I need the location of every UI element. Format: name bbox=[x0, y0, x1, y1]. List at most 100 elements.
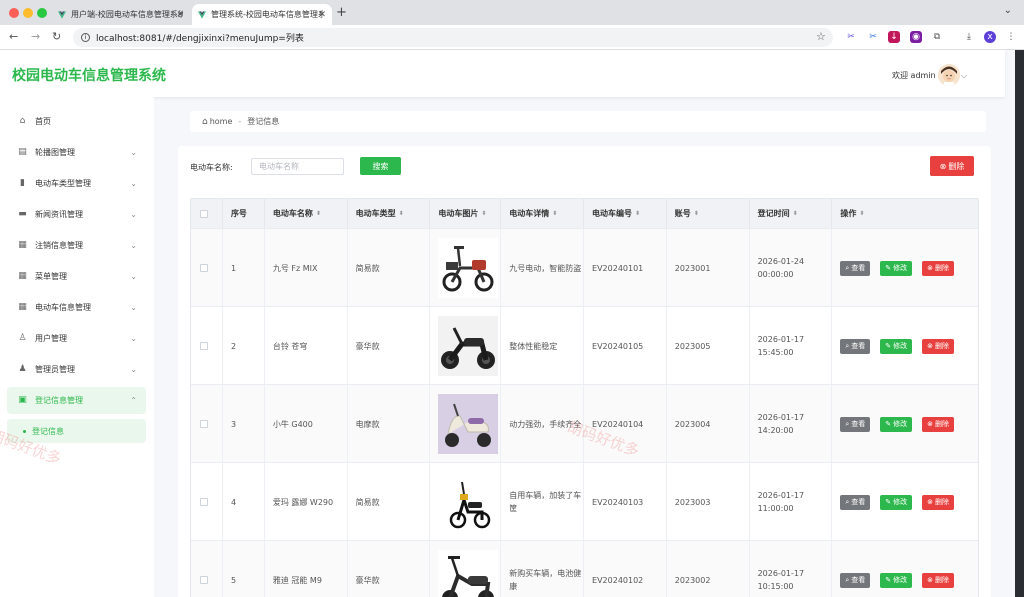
delete-button[interactable]: ⊗ 删除 bbox=[922, 416, 955, 432]
ev-photo[interactable] bbox=[438, 394, 499, 454]
extension-cut-icon[interactable]: ✂ bbox=[867, 31, 879, 43]
view-button[interactable]: ⌕ 查看 bbox=[840, 572, 871, 588]
sidebar-item-home[interactable]: ⌂ 首页 bbox=[7, 108, 146, 135]
search-input[interactable] bbox=[251, 158, 344, 175]
sidebar-item-registration[interactable]: ▣ 登记信息管理 ⌃ bbox=[7, 387, 146, 414]
chevron-down-icon: ⌄ bbox=[130, 303, 137, 312]
user-avatar[interactable] bbox=[938, 64, 960, 86]
browser-menu-icon[interactable]: ⋮ bbox=[1005, 31, 1017, 43]
sidebar-item-news[interactable]: ▬ 新闻资讯管理 ⌄ bbox=[7, 201, 146, 228]
sort-caret-icon[interactable]: ⬍ bbox=[694, 210, 699, 217]
grid-icon: ▦ bbox=[18, 302, 27, 312]
forward-arrow-icon[interactable]: → bbox=[31, 30, 40, 43]
table-row[interactable]: 2 台铃 苍穹 豪华款 整体性能稳定 EV20240105 2023005 20… bbox=[191, 306, 978, 385]
extension-scissors-icon[interactable]: ✂ bbox=[845, 31, 857, 43]
cell-text: 2023005 bbox=[674, 341, 711, 351]
sidebar-item-admins[interactable]: ♟ 管理员管理 ⌄ bbox=[7, 356, 146, 383]
browser-tab-user[interactable]: 用户端-校园电动车信息管理系统 ✕ bbox=[52, 4, 190, 25]
sort-caret-icon[interactable]: ⬍ bbox=[399, 210, 404, 217]
edit-button[interactable]: ✎ 修改 bbox=[880, 572, 913, 588]
column-header-time[interactable]: 登记时间 ⬍ bbox=[750, 199, 833, 228]
table-row[interactable]: 5 雅迪 冠能 M9 豪华款 新购买车辆，电池健康 EV20240102 202… bbox=[191, 540, 978, 597]
row-checkbox[interactable] bbox=[200, 342, 208, 350]
site-info-icon[interactable]: i bbox=[81, 33, 90, 42]
sidebar-item-cancel-info[interactable]: ▦ 注销信息管理 ⌄ bbox=[7, 232, 146, 259]
ev-photo[interactable] bbox=[438, 238, 499, 298]
column-header-detail[interactable]: 电动车详情 ⬍ bbox=[501, 199, 585, 228]
sort-caret-icon[interactable]: ⬍ bbox=[481, 210, 486, 217]
sort-caret-icon[interactable]: ⬍ bbox=[859, 210, 864, 217]
tab-close-icon[interactable]: ✕ bbox=[318, 10, 326, 20]
column-header-account[interactable]: 账号 ⬍ bbox=[667, 199, 750, 228]
user-menu-chevron-icon[interactable]: ⌵ bbox=[961, 71, 967, 81]
view-button[interactable]: ⌕ 查看 bbox=[840, 494, 871, 510]
delete-button[interactable]: ⊗ 删除 bbox=[922, 260, 955, 276]
batch-delete-button[interactable]: ⊗ 删除 bbox=[930, 156, 974, 176]
sidebar-item-ev-info[interactable]: ▦ 电动车信息管理 ⌄ bbox=[7, 294, 146, 321]
sort-caret-icon[interactable]: ⬍ bbox=[635, 210, 640, 217]
column-header-type[interactable]: 电动车类型 ⬍ bbox=[348, 199, 431, 228]
window-minimize-button[interactable] bbox=[23, 8, 33, 18]
profile-avatar-icon[interactable]: x bbox=[984, 31, 996, 43]
delete-button[interactable]: ⊗ 删除 bbox=[922, 494, 955, 510]
tab-search-chevron-icon[interactable]: ⌄ bbox=[1004, 5, 1012, 16]
row-checkbox[interactable] bbox=[200, 420, 208, 428]
sidebar-item-users[interactable]: ♙ 用户管理 ⌄ bbox=[7, 325, 146, 352]
window-zoom-button[interactable] bbox=[37, 8, 47, 18]
cell-name: 小牛 G400 bbox=[265, 385, 348, 463]
browser-tab-admin[interactable]: 管理系统-校园电动车信息管理系统 ✕ bbox=[192, 4, 332, 25]
tab-close-icon[interactable]: ✕ bbox=[176, 10, 184, 20]
column-header-ops[interactable]: 操作 ⬍ bbox=[832, 199, 978, 228]
cell-code: EV20240105 bbox=[584, 307, 667, 385]
table-row[interactable]: 3 小牛 G400 电摩款 动力强劲，手续齐全 EV20240104 20230… bbox=[191, 384, 978, 463]
column-header-label: 电动车名称 bbox=[272, 209, 313, 218]
view-button[interactable]: ⌕ 查看 bbox=[840, 260, 871, 276]
ev-photo[interactable] bbox=[438, 550, 499, 597]
sort-caret-icon[interactable]: ⬍ bbox=[552, 210, 557, 217]
search-button[interactable]: 搜索 bbox=[360, 157, 401, 175]
edit-icon: ✎ bbox=[885, 419, 892, 428]
chevron-down-icon: ⌄ bbox=[130, 272, 137, 281]
sidebar-subitem-registration-info[interactable]: 登记信息 bbox=[7, 419, 146, 443]
reload-icon[interactable]: ↻ bbox=[52, 30, 61, 43]
extension-download-icon[interactable]: ↓ bbox=[888, 31, 900, 43]
edit-button[interactable]: ✎ 修改 bbox=[880, 416, 913, 432]
sidebar-item-banner[interactable]: ▤ 轮播图管理 ⌄ bbox=[7, 139, 146, 166]
edit-button[interactable]: ✎ 修改 bbox=[880, 260, 913, 276]
select-all-checkbox[interactable] bbox=[200, 209, 208, 218]
browser-toolbar: ← → ↻ i localhost:8081/#/dengjixinxi?men… bbox=[0, 25, 1024, 50]
edit-label: 修改 bbox=[893, 497, 908, 506]
downloads-icon[interactable]: ⤓ bbox=[963, 31, 975, 43]
delete-button[interactable]: ⊗ 删除 bbox=[922, 338, 955, 354]
delete-button[interactable]: ⊗ 删除 bbox=[922, 572, 955, 588]
table-row[interactable]: 1 九号 Fz MIX 简易款 九号电动，智能防盗 EV20240101 202… bbox=[191, 228, 978, 307]
cell-text: 爱玛 露娜 W290 bbox=[272, 497, 334, 507]
row-checkbox[interactable] bbox=[200, 498, 208, 506]
window-close-button[interactable] bbox=[9, 8, 19, 18]
ev-photo[interactable] bbox=[438, 316, 499, 376]
column-header-name[interactable]: 电动车名称 ⬍ bbox=[265, 199, 348, 228]
table-row[interactable]: 4 爱玛 露娜 W290 简易款 自用车辆，加装了车筐 EV20240103 2… bbox=[191, 462, 978, 541]
view-button[interactable]: ⌕ 查看 bbox=[840, 416, 871, 432]
row-checkbox[interactable] bbox=[200, 576, 208, 584]
new-tab-button[interactable]: + bbox=[336, 5, 347, 20]
extensions-puzzle-icon[interactable]: ⧉ bbox=[931, 31, 943, 43]
ev-photo[interactable] bbox=[438, 472, 499, 532]
search-label: 电动车名称: bbox=[190, 163, 233, 172]
address-bar[interactable]: i localhost:8081/#/dengjixinxi?menuJump=… bbox=[73, 28, 833, 47]
breadcrumb-home[interactable]: home bbox=[210, 117, 233, 126]
sidebar-item-menu[interactable]: ▦ 菜单管理 ⌄ bbox=[7, 263, 146, 290]
column-header-code[interactable]: 电动车编号 ⬍ bbox=[584, 199, 667, 228]
sort-caret-icon[interactable]: ⬍ bbox=[316, 210, 321, 217]
extension-app-icon[interactable]: ◉ bbox=[910, 31, 922, 43]
edit-button[interactable]: ✎ 修改 bbox=[880, 338, 913, 354]
back-arrow-icon[interactable]: ← bbox=[9, 30, 18, 43]
chevron-down-icon: ⌄ bbox=[130, 148, 137, 157]
column-header-image[interactable]: 电动车图片 ⬍ bbox=[430, 199, 502, 228]
bookmark-star-icon[interactable]: ☆ bbox=[816, 30, 826, 43]
sort-caret-icon[interactable]: ⬍ bbox=[793, 210, 798, 217]
view-button[interactable]: ⌕ 查看 bbox=[840, 338, 871, 354]
sidebar-item-ev-type[interactable]: ▮ 电动车类型管理 ⌄ bbox=[7, 170, 146, 197]
row-checkbox[interactable] bbox=[200, 264, 208, 272]
edit-button[interactable]: ✎ 修改 bbox=[880, 494, 913, 510]
